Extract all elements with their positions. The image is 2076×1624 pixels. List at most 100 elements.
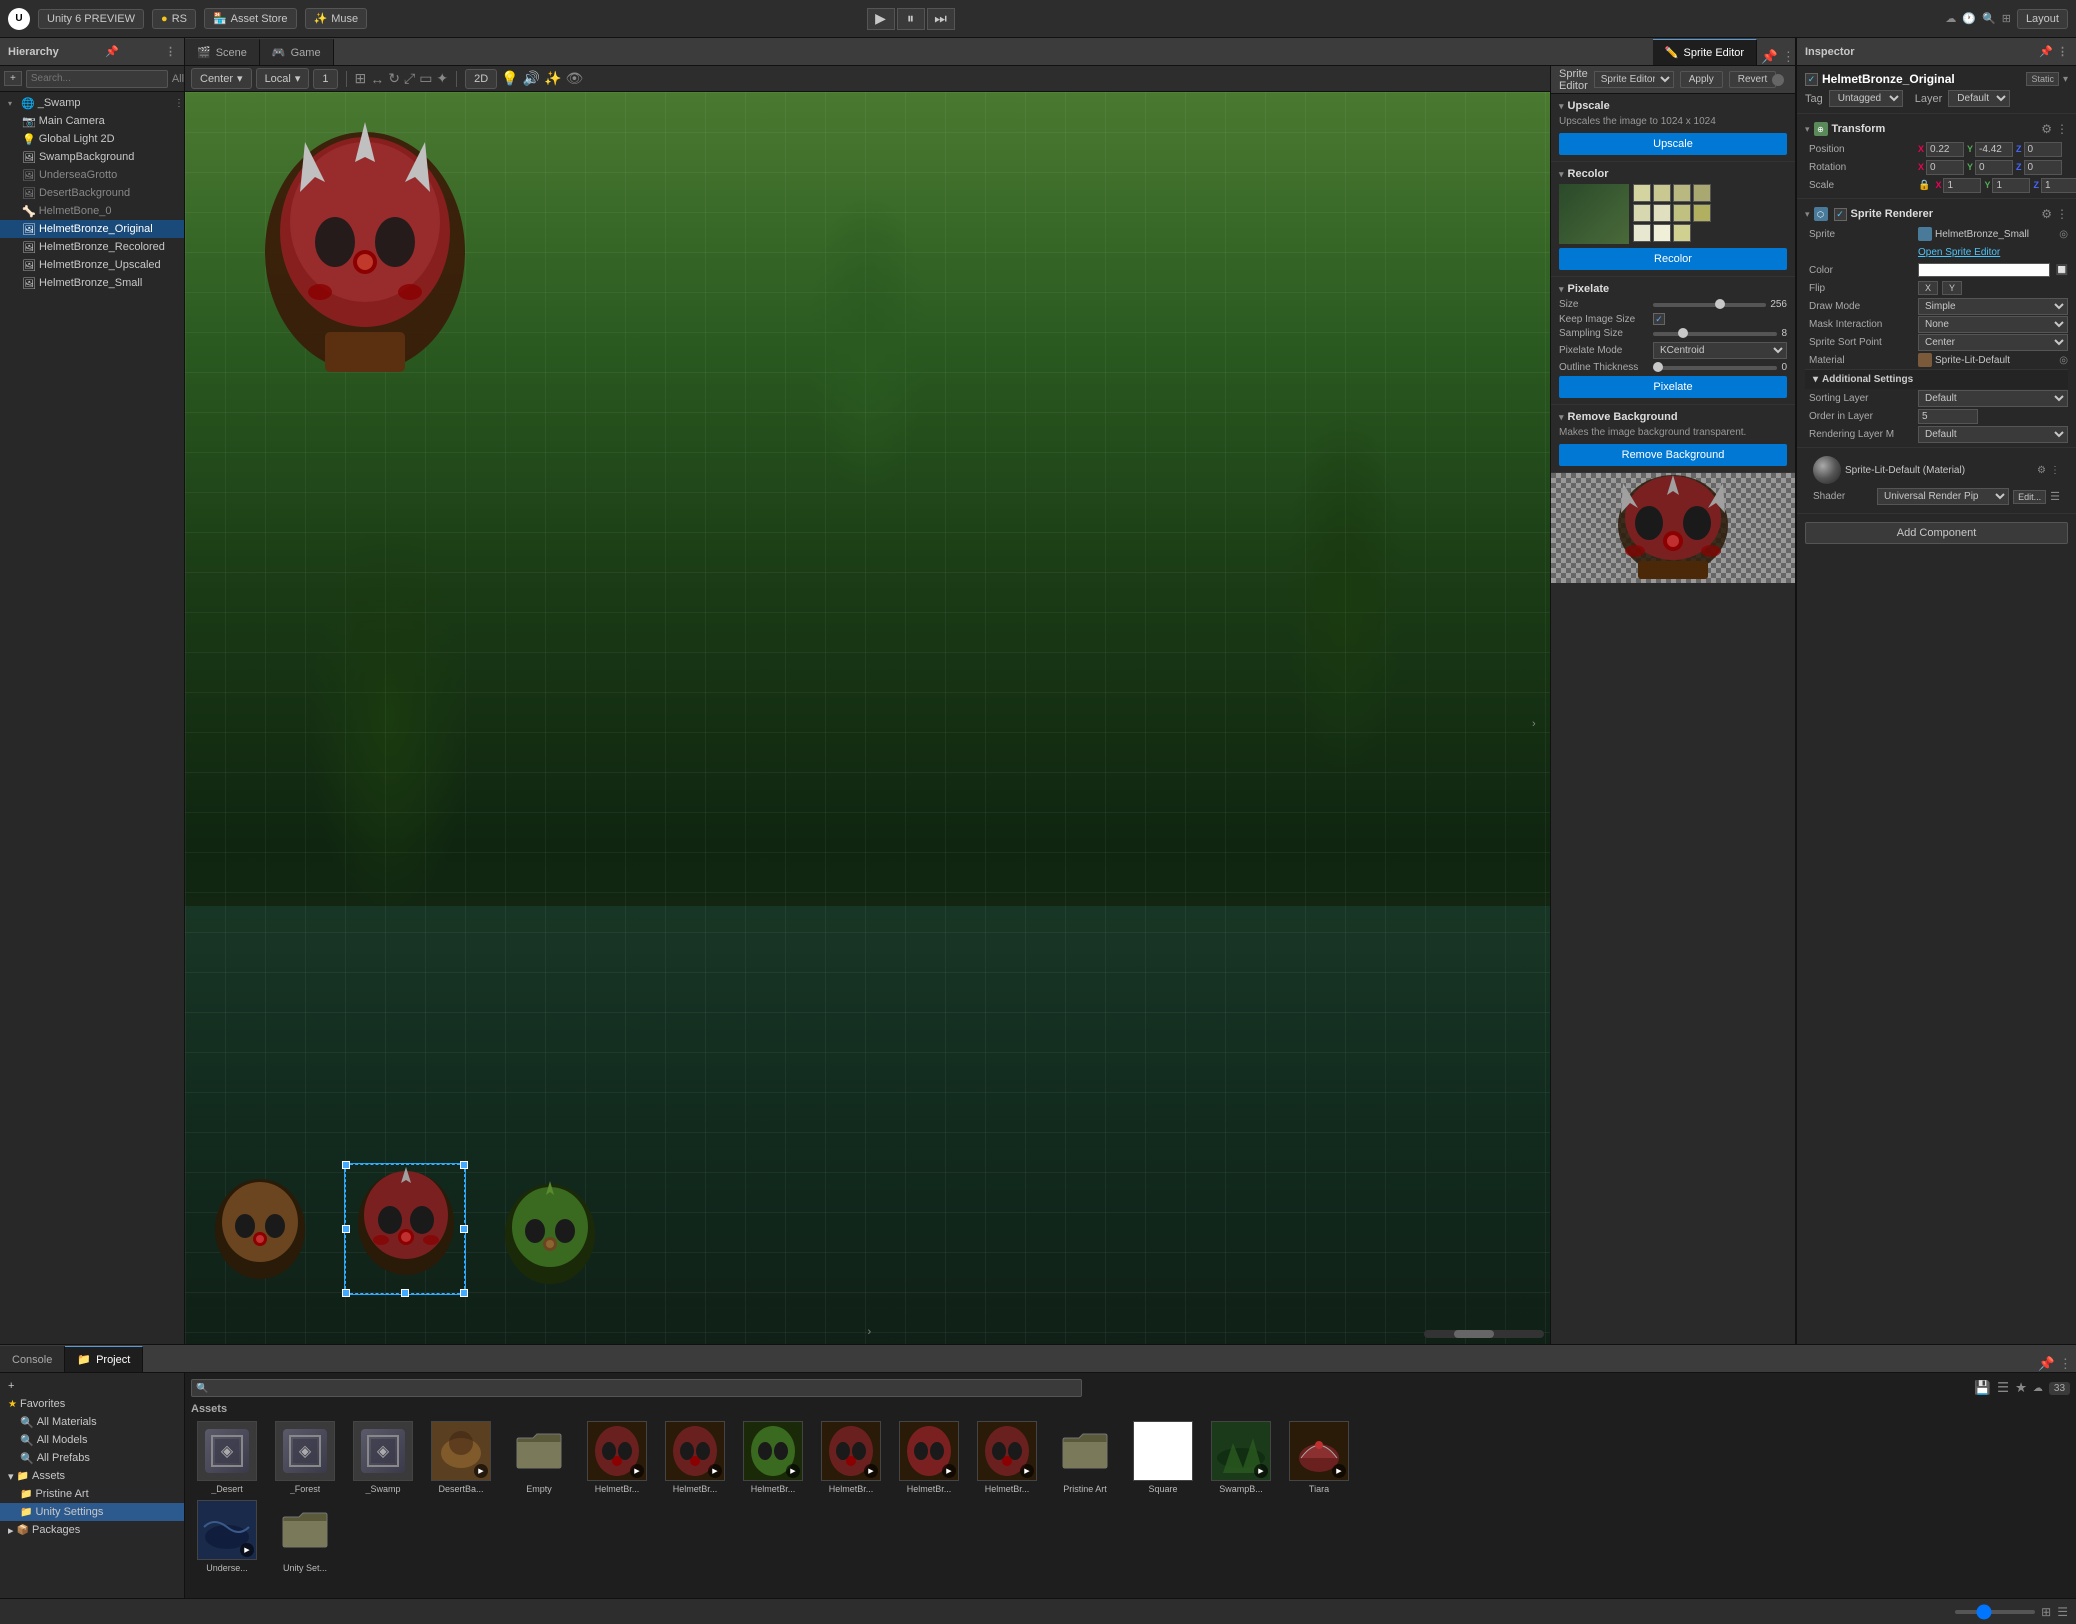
selection-handle-tl[interactable] (342, 1161, 350, 1169)
scene-helmet-center-selected[interactable] (345, 1164, 465, 1294)
hierarchy-item-bronze-original[interactable]: 🖼 HelmetBronze_Original (0, 220, 184, 238)
muse-btn[interactable]: ✨ Muse (305, 8, 368, 29)
hierarchy-search[interactable] (26, 70, 168, 88)
color-eyedropper[interactable]: 🔲 (2056, 265, 2068, 276)
asset-square[interactable]: Square (1127, 1421, 1199, 1494)
sprite-renderer-settings[interactable]: ⚙ (2041, 207, 2052, 221)
swatch-2[interactable] (1653, 184, 1671, 202)
selection-handle-bl[interactable] (342, 1289, 350, 1297)
hierarchy-item-swamp-bg[interactable]: 🖼 SwampBackground (0, 148, 184, 166)
asset-empty-folder[interactable]: Empty (503, 1421, 575, 1494)
scale-y-input[interactable] (1992, 178, 2030, 193)
scene-scroll-right[interactable]: › (1532, 718, 1544, 730)
sprite-renderer-more[interactable]: ⋮ (2056, 207, 2068, 221)
scene-rotate-btn[interactable]: ↻ (388, 70, 400, 87)
asset-helmet-1[interactable]: ▶ HelmetBr... (581, 1421, 653, 1494)
color-picker[interactable] (1918, 263, 2050, 277)
asset-desert-ba[interactable]: ▶ DesertBa... (425, 1421, 497, 1494)
transform-settings[interactable]: ⚙ (2041, 122, 2052, 136)
se-recolor-btn[interactable]: Recolor (1559, 248, 1787, 270)
rs-btn[interactable]: ● RS (152, 9, 196, 29)
asset-desert[interactable]: ◈ _Desert (191, 1421, 263, 1494)
asset-helmet-6[interactable]: ▶ HelmetBr... (971, 1421, 1043, 1494)
play-button[interactable]: ▶ (867, 8, 895, 30)
layer-select[interactable]: Default (1948, 90, 2010, 107)
assets-search[interactable] (191, 1379, 1082, 1397)
rendering-layer-select[interactable]: Default (1918, 426, 2068, 443)
scene-grid-btn[interactable]: ⊞ (355, 70, 367, 87)
asset-tiara[interactable]: ▶ Tiara (1283, 1421, 1355, 1494)
scene-scale-btn[interactable]: ⤢ (404, 70, 415, 87)
transform-header[interactable]: ▾ ⊕ Transform ⚙ ⋮ (1805, 118, 2068, 140)
se-keep-size-checkbox[interactable]: ✓ (1653, 313, 1665, 325)
scale-x-input[interactable] (1943, 178, 1981, 193)
transform-more[interactable]: ⋮ (2056, 122, 2068, 136)
sprite-renderer-checkbox[interactable]: ✓ (1834, 208, 1847, 221)
tab-console[interactable]: Console (0, 1346, 65, 1372)
scene-viewport[interactable]: › › (185, 92, 1550, 1344)
tab-game[interactable]: 🎮 Game (260, 39, 334, 65)
asset-helmet-4[interactable]: ▶ HelmetBr... (815, 1421, 887, 1494)
rot-y-input[interactable] (1975, 160, 2013, 175)
zoom-slider[interactable] (1955, 1610, 2035, 1614)
obj-static-dropdown[interactable]: ▾ (2063, 74, 2068, 85)
hierarchy-item-bronze-small[interactable]: 🖼 HelmetBronze_Small (0, 274, 184, 292)
step-button[interactable]: ⏭ (927, 8, 955, 30)
grid-view-icon[interactable]: ⊞ (2041, 1605, 2051, 1619)
swatch-8[interactable] (1693, 204, 1711, 222)
assets-save-btn[interactable]: 💾 (1974, 1380, 1991, 1396)
se-outline-slider[interactable] (1653, 366, 1777, 370)
hierarchy-more-icon[interactable]: ⋮ (165, 45, 176, 58)
se-pixelate-mode-select[interactable]: KCentroid (1653, 342, 1787, 359)
hierarchy-filter-btn[interactable]: All (172, 73, 184, 85)
sidebar-unity-settings[interactable]: 📁 Unity Settings (0, 1503, 184, 1521)
asset-swamp-b[interactable]: ▶ SwampB... (1205, 1421, 1277, 1494)
inspector-more[interactable]: ⋮ (2057, 45, 2068, 58)
sidebar-favorites[interactable]: ★ Favorites (0, 1395, 184, 1413)
hierarchy-item-bone[interactable]: 🦴 HelmetBone_0 (0, 202, 184, 220)
scale-z-input[interactable] (2041, 178, 2076, 193)
swatch-9[interactable] (1633, 224, 1651, 242)
tab-sprite-editor[interactable]: ✏️ Sprite Editor (1653, 39, 1757, 65)
selection-handle-tr[interactable] (460, 1161, 468, 1169)
hierarchy-item-undersea[interactable]: 🖼 UnderseaGrotto (0, 166, 184, 184)
pos-x-input[interactable] (1926, 142, 1964, 157)
bottom-more[interactable]: ⋮ (2059, 1356, 2072, 1372)
list-view-icon[interactable]: ☰ (2057, 1605, 2068, 1619)
layout-btn[interactable]: Layout (2017, 9, 2068, 29)
sidebar-assets-header[interactable]: ▾ 📁 Assets (0, 1467, 184, 1485)
flip-x-btn[interactable]: X (1918, 281, 1938, 295)
selection-handle-br[interactable] (460, 1289, 468, 1297)
open-sprite-editor-link[interactable]: Open Sprite Editor (1918, 247, 2000, 258)
asset-swamp[interactable]: ◈ _Swamp (347, 1421, 419, 1494)
scene-multi-btn[interactable]: ✦ (436, 70, 448, 87)
sprite-editor-revert-btn[interactable]: Revert (1729, 71, 1776, 88)
pos-y-input[interactable] (1975, 142, 2013, 157)
scene-light-btn[interactable]: 💡 (501, 70, 518, 87)
sprite-renderer-header[interactable]: ▾ ⬡ ✓ Sprite Renderer ⚙ ⋮ (1805, 203, 2068, 225)
se-pixelate-btn[interactable]: Pixelate (1559, 376, 1787, 398)
hierarchy-item-main-camera[interactable]: 📷 Main Camera (0, 112, 184, 130)
shader-edit-btn[interactable]: Edit... (2013, 490, 2046, 504)
sprite-target-icon[interactable]: ◎ (2059, 229, 2068, 240)
swatch-10[interactable] (1653, 224, 1671, 242)
hierarchy-add-btn[interactable]: + (4, 71, 22, 86)
inspector-pin[interactable]: 📌 (2039, 45, 2053, 58)
draw-mode-select[interactable]: Simple (1918, 298, 2068, 315)
hierarchy-pin-icon[interactable]: 📌 (105, 45, 119, 58)
order-in-layer-input[interactable] (1918, 409, 1978, 424)
shader-select[interactable]: Universal Render Pip (1877, 488, 2009, 505)
selection-handle-bc[interactable] (401, 1289, 409, 1297)
swatch-7[interactable] (1673, 204, 1691, 222)
sidebar-all-materials[interactable]: 🔍 All Materials (0, 1413, 184, 1431)
shader-list-icon[interactable]: ☰ (2050, 490, 2060, 503)
se-size-slider[interactable] (1653, 303, 1766, 307)
hierarchy-item-bronze-recolored[interactable]: 🖼 HelmetBronze_Recolored (0, 238, 184, 256)
add-component-btn[interactable]: Add Component (1805, 522, 2068, 544)
obj-active-checkbox[interactable]: ✓ (1805, 73, 1818, 86)
scene-center-btn[interactable]: Center ▾ (191, 68, 252, 89)
sidebar-all-models[interactable]: 🔍 All Models (0, 1431, 184, 1449)
center-area-more[interactable]: ⋮ (1782, 49, 1795, 65)
pause-button[interactable]: ⏸ (897, 8, 925, 30)
center-area-pin[interactable]: 📌 (1761, 49, 1778, 65)
